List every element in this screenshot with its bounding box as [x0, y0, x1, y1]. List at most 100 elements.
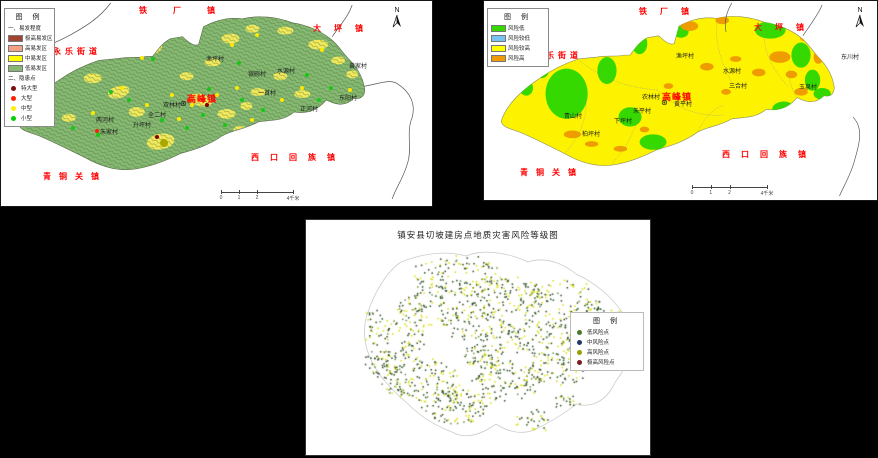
legend-dot-icon: [11, 96, 16, 101]
legend-item-label: 小型: [21, 114, 32, 122]
legend-item: 中易发区: [8, 54, 51, 62]
north-arrow: N: [853, 7, 867, 34]
legend-item: 风险高: [491, 54, 545, 62]
village-label: 一首村: [258, 91, 276, 97]
legend-item: 风险较高: [491, 44, 545, 52]
north-arrow-icon: [391, 14, 403, 29]
village-label: 朱家村: [100, 130, 118, 136]
map-panel-susceptibility: 铁厂镇大坪镇永乐街道高峰镇青铜关镇西口回族镇 渔坪村银碗村水源村一首村东阳村黄家…: [0, 0, 433, 207]
legend-dot-icon: [11, 116, 16, 121]
legend-swatch-icon: [491, 45, 506, 52]
legend-item: 高风险点: [574, 348, 640, 356]
legend-swatch-icon: [8, 35, 23, 42]
legend-swatch-icon: [8, 45, 23, 52]
scale-tick-label: 0: [220, 195, 223, 201]
north-label: N: [853, 7, 867, 14]
village-label: 银碗村: [248, 72, 266, 78]
legend-item: 中风险点: [574, 338, 640, 346]
legend-item-label: 风险低: [508, 24, 525, 32]
legend-item-label: 风险较低: [508, 34, 530, 42]
legend-risk-points: 图 例低风险点中风险点高风险点极高风险点: [570, 312, 644, 371]
legend-title: 图 例: [8, 12, 51, 22]
village-label: 三合村: [729, 84, 747, 90]
legend-dot-icon: [577, 350, 582, 355]
county-seat-icon: ⊛: [180, 100, 187, 108]
village-label: 正河村: [300, 107, 318, 113]
legend-title: 图 例: [491, 12, 545, 22]
town-label: 铁厂镇: [139, 7, 241, 15]
scale-tick: [221, 190, 222, 194]
legend-susceptibility: 图 例一、易发程度极高易发区高易发区中易发区低易发区二、隐患点特大型大型中型小型: [4, 8, 55, 127]
town-label: 青铜关镇: [520, 169, 584, 177]
village-label: 双林村: [163, 103, 181, 109]
north-arrow-icon: [854, 14, 866, 29]
legend-item-label: 极高风险点: [587, 358, 615, 366]
village-label: 朱平村: [633, 109, 651, 115]
legend-item-label: 风险高: [508, 54, 525, 62]
legend-item-label: 风险较高: [508, 44, 530, 52]
legend-item-label: 大型: [21, 94, 32, 102]
scale-tick-label: 2: [256, 195, 259, 201]
legend-item-label: 高风险点: [587, 348, 609, 356]
legend-item: 中型: [8, 104, 51, 112]
village-label: 水源村: [277, 69, 295, 75]
village-label: 东阳村: [339, 96, 357, 102]
legend-item-label: 高易发区: [25, 44, 47, 52]
map-panel-risk-points: 镇安县切坡建房点地质灾害风险等级图 图 例低风险点中风险点高风险点极高风险点: [305, 219, 651, 456]
town-label: 永乐街道: [53, 48, 101, 56]
legend-dot-icon: [577, 330, 582, 335]
hazard-point-cluster: [160, 139, 168, 147]
legend-item: 低风险点: [574, 328, 640, 336]
legend-item-label: 极高易发区: [25, 34, 53, 42]
village-label: 柏坪村: [582, 132, 600, 138]
village-label: 黄家村: [349, 64, 367, 70]
legend-item-label: 中易发区: [25, 54, 47, 62]
composite-map-figure: 铁厂镇大坪镇永乐街道高峰镇青铜关镇西口回族镇 渔坪村银碗村水源村一首村东阳村黄家…: [0, 0, 878, 458]
town-label: 西口回族镇: [251, 154, 346, 162]
legend-item-label: 低风险点: [587, 328, 609, 336]
legend-item: 大型: [8, 94, 51, 102]
legend-risk-zoning: 图 例风险低风险较低风险较高风险高: [487, 8, 549, 67]
town-label: 青铜关镇: [43, 173, 107, 181]
legend-item: 极高易发区: [8, 34, 51, 42]
scale-tick-label: 2: [728, 190, 731, 196]
scale-bar: 0124千米: [692, 185, 767, 197]
scale-tick: [239, 190, 240, 194]
legend-dot-icon: [577, 340, 582, 345]
legend-item-label: 中风险点: [587, 338, 609, 346]
scale-tick-label: 4千米: [287, 195, 300, 202]
legend-item: 极高风险点: [574, 358, 640, 366]
legend-item-label: 特大型: [21, 84, 38, 92]
legend-swatch-icon: [8, 65, 23, 72]
village-label: 水源村: [723, 69, 741, 75]
map-panel-risk-zoning: 铁厂镇大坪镇永乐街道高峰镇青铜关镇西口回族镇 渔坪村水源村三合村玉泉村东川村农林…: [483, 0, 878, 201]
village-label: 渔坪村: [676, 54, 694, 60]
town-label: 铁厂镇: [639, 8, 702, 16]
legend-dot-icon: [11, 106, 16, 111]
village-label: 渔坪村: [206, 57, 224, 63]
north-label: N: [390, 7, 404, 14]
village-label: 东川村: [841, 55, 859, 61]
village-label: 玉泉村: [799, 85, 817, 91]
legend-section-heading: 二、隐患点: [8, 74, 51, 82]
village-label: 升坪村: [133, 123, 151, 129]
legend-item: 低易发区: [8, 64, 51, 72]
scale-bar: 0124千米: [221, 190, 293, 202]
scale-tick: [767, 185, 768, 189]
scale-bar-line: 0124千米: [221, 192, 293, 193]
legend-item: 风险低: [491, 24, 545, 32]
scale-tick: [711, 185, 712, 189]
scale-tick-label: 0: [691, 190, 694, 196]
town-label: 大坪镇: [313, 25, 376, 33]
village-label: 下坪村: [614, 119, 632, 125]
legend-swatch-icon: [491, 55, 506, 62]
legend-item: 高易发区: [8, 44, 51, 52]
legend-title: 图 例: [574, 316, 640, 326]
scale-tick: [730, 185, 731, 189]
scale-tick-label: 1: [709, 190, 712, 196]
legend-item-label: 低易发区: [25, 64, 47, 72]
legend-section-heading: 一、易发程度: [8, 24, 51, 32]
scale-tick-label: 1: [238, 195, 241, 201]
north-arrow: N: [390, 7, 404, 34]
scale-tick-label: 4千米: [761, 190, 774, 197]
